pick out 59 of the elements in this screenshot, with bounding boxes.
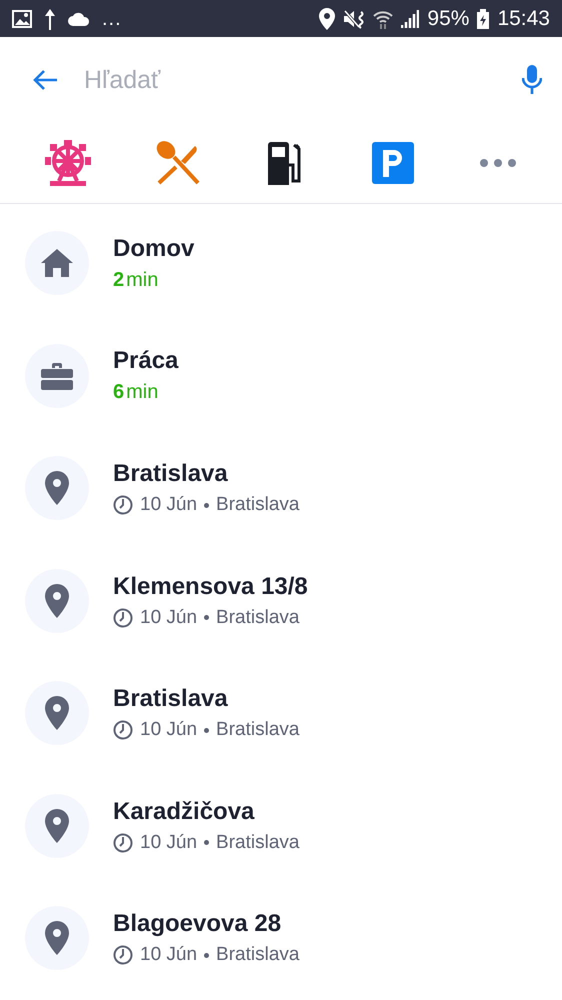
place-title: Domov <box>113 234 194 263</box>
clock-icon <box>113 720 133 740</box>
notification-overflow: ... <box>102 8 122 28</box>
signal-icon <box>401 10 420 28</box>
travel-time: 6min <box>113 381 160 404</box>
clock-icon <box>113 832 133 853</box>
separator-dot <box>204 502 210 508</box>
location-icon <box>319 8 336 30</box>
place-title: Blagoevova 28 <box>113 910 282 938</box>
place-item[interactable]: Karadžičova 10 Jún Bratislava <box>0 770 562 882</box>
vibrate-mute-icon <box>343 8 366 28</box>
place-location: Bratislava <box>216 494 300 516</box>
cloud-icon <box>68 12 90 26</box>
visit-date: 10 Jún <box>140 944 198 966</box>
clock-icon <box>113 495 133 516</box>
visit-date: 10 Jún <box>140 606 198 629</box>
separator-dot <box>204 615 210 620</box>
location-pin-icon <box>45 808 69 843</box>
parking-icon[interactable] <box>372 142 414 184</box>
more-icon[interactable] <box>479 158 518 168</box>
home-icon <box>41 249 73 278</box>
clock-icon <box>113 608 133 628</box>
search-field[interactable]: Hľadať <box>82 64 498 96</box>
upload-arrow-icon <box>44 8 56 30</box>
place-title: Bratislava <box>113 685 229 714</box>
place-title: Klemensova 13/8 <box>113 572 308 601</box>
place-location: Bratislava <box>216 606 300 629</box>
place-title: Karadžičova <box>113 798 256 826</box>
clock: 15:43 <box>497 6 550 30</box>
place-title: Bratislava <box>113 460 229 488</box>
location-pin-icon <box>45 471 69 506</box>
image-icon <box>12 10 32 28</box>
battery-percentage: 95% <box>427 6 470 30</box>
separator-dot <box>204 728 210 733</box>
place-item[interactable]: Blagoevova 28 10 Jún Bratislava <box>0 882 562 994</box>
place-item[interactable]: Práca 6min <box>0 320 562 432</box>
briefcase-icon <box>41 362 73 390</box>
ferris-wheel-icon[interactable] <box>44 140 91 186</box>
location-pin-icon <box>45 921 69 956</box>
clock-icon <box>113 945 133 966</box>
place-item[interactable]: Domov 2min <box>0 207 562 320</box>
location-pin-icon <box>45 696 69 730</box>
place-item[interactable]: Bratislava 10 Jún Bratislava <box>0 432 562 544</box>
visit-date: 10 Jún <box>140 719 198 742</box>
separator-dot <box>204 952 210 958</box>
wifi-icon <box>373 8 394 28</box>
battery-charging-icon <box>477 8 490 28</box>
location-pin-icon <box>45 584 69 618</box>
place-title: Práca <box>113 347 178 376</box>
place-location: Bratislava <box>216 944 300 966</box>
place-location: Bratislava <box>216 832 300 854</box>
place-item[interactable]: Bratislava 10 Jún Bratislava <box>0 657 562 770</box>
visit-date: 10 Jún <box>140 832 198 854</box>
separator-dot <box>204 840 210 846</box>
place-item[interactable]: Klemensova 13/8 10 Jún Bratislava <box>0 544 562 657</box>
place-location: Bratislava <box>216 719 300 742</box>
visit-date: 10 Jún <box>140 494 198 516</box>
travel-time: 2min <box>113 268 160 292</box>
spoon-knife-icon[interactable] <box>156 141 200 185</box>
